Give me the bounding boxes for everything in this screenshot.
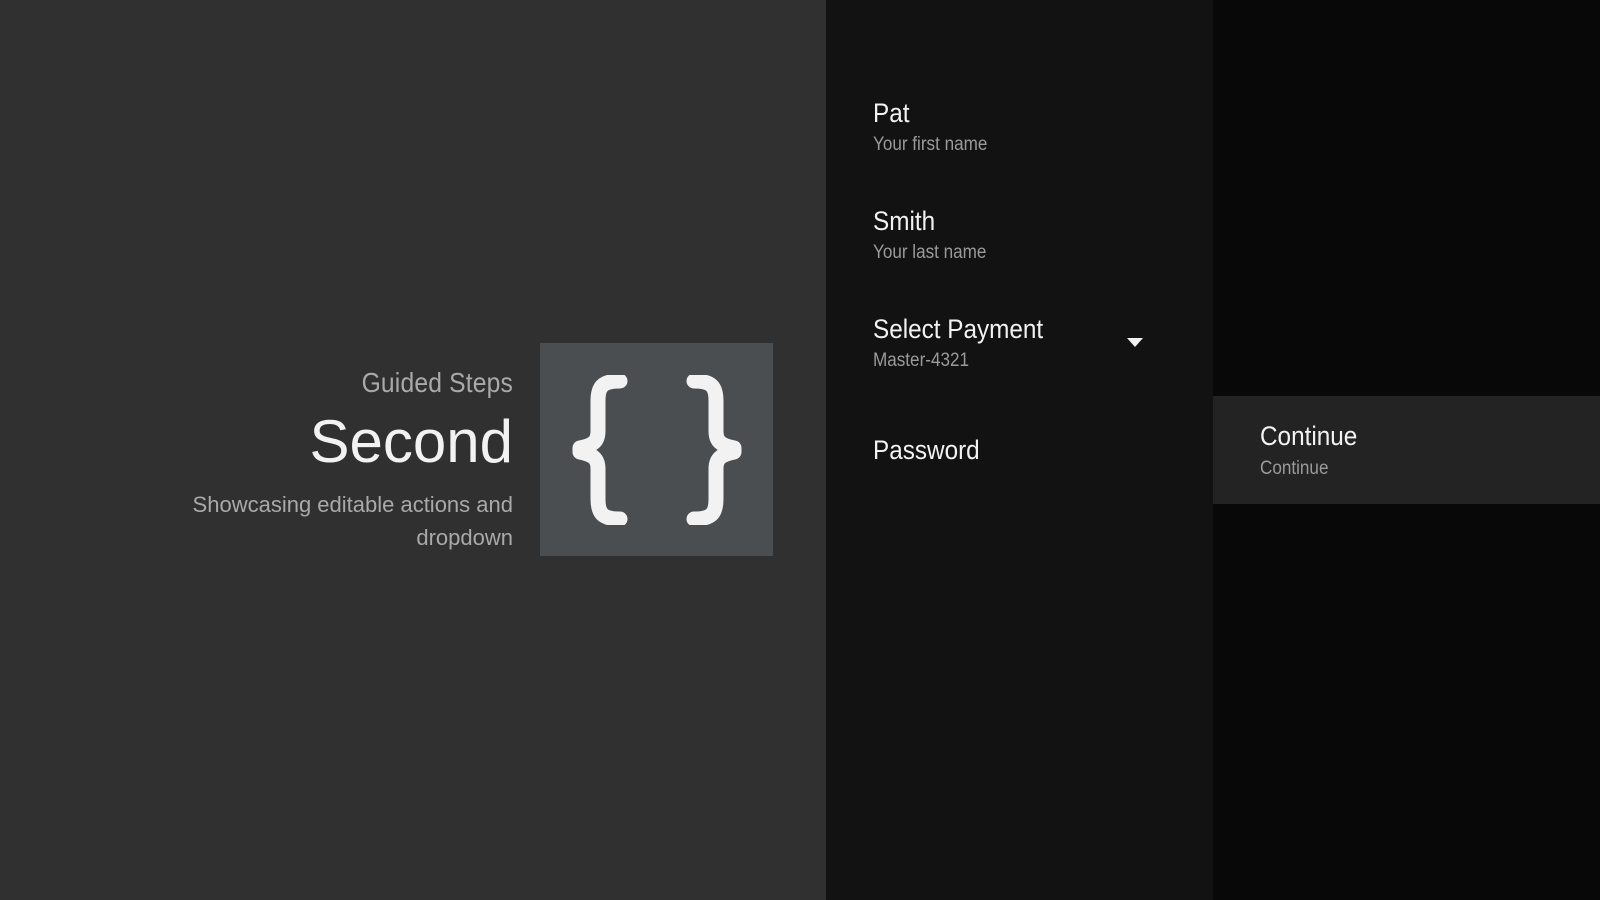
breadcrumb: Guided Steps [361, 367, 513, 398]
first-name-value: Pat [873, 98, 910, 128]
last-name-label: Your last name [873, 242, 987, 263]
curly-braces-icon [540, 343, 773, 556]
selected-payment-value: Master-4321 [873, 350, 970, 371]
continue-description: Continue [1260, 458, 1329, 479]
guidance-text: Guided Steps Second Showcasing editable … [93, 366, 513, 554]
first-name-action[interactable]: Pat Your first name [873, 96, 1193, 158]
password-action[interactable]: Password [873, 433, 1193, 467]
button-actions-panel: Continue Continue [1213, 0, 1600, 900]
guidance-panel: Guided Steps Second Showcasing editable … [0, 0, 826, 900]
guidance-description: Showcasing editable actions and dropdown [192, 492, 513, 550]
dropdown-arrow-icon[interactable] [1127, 338, 1143, 347]
last-name-value: Smith [873, 206, 936, 236]
actions-panel: Pat Your first name Smith Your last name… [826, 0, 1213, 900]
continue-title: Continue [1260, 421, 1358, 451]
select-payment-title: Select Payment [873, 314, 1044, 344]
password-title: Password [873, 435, 980, 465]
continue-button[interactable]: Continue Continue [1213, 396, 1600, 504]
page-title: Second [309, 408, 514, 475]
guided-step-screen: Guided Steps Second Showcasing editable … [0, 0, 1600, 900]
last-name-action[interactable]: Smith Your last name [873, 204, 1193, 266]
curly-braces-glyph [572, 374, 741, 525]
select-payment-dropdown[interactable]: Select Payment Master-4321 [873, 312, 1193, 374]
first-name-label: Your first name [873, 134, 988, 155]
